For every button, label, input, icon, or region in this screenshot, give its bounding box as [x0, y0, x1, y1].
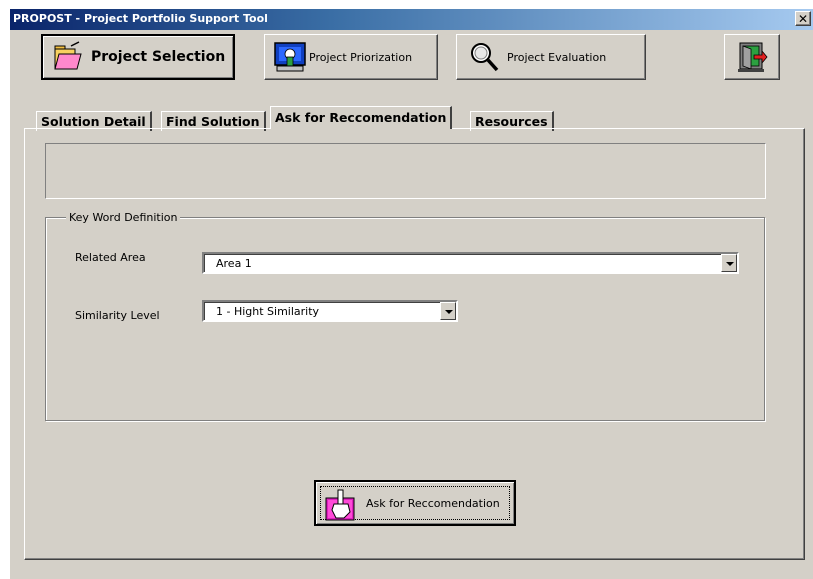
related-area-select[interactable]: Area 1 [202, 252, 739, 274]
hand-pink-icon [324, 488, 358, 522]
ask-for-reccomendation-label: Ask for Reccomendation [366, 497, 500, 510]
project-selection-label: Project Selection [91, 49, 226, 65]
ask-for-reccomendation-button[interactable]: Ask for Reccomendation [314, 480, 516, 526]
close-icon: ✕ [797, 12, 809, 26]
similarity-level-select[interactable]: 1 - Hight Similarity [202, 300, 458, 322]
magnifier-icon [467, 40, 501, 74]
project-selection-button[interactable]: Project Selection [41, 34, 235, 80]
chevron-down-icon[interactable] [721, 254, 737, 272]
chevron-down-icon[interactable] [440, 302, 456, 320]
close-button[interactable]: ✕ [795, 11, 811, 26]
monitor-hand-icon [273, 40, 307, 74]
message-box [45, 143, 766, 199]
folder-open-icon [51, 40, 85, 74]
similarity-level-value: 1 - Hight Similarity [216, 305, 320, 318]
similarity-level-label: Similarity Level [75, 309, 160, 322]
project-priorization-label: Project Priorization [309, 50, 413, 64]
exit-door-icon [736, 41, 768, 73]
title-bar: PROPOST - Project Portfolio Support Tool… [10, 9, 813, 30]
related-area-label: Related Area [75, 251, 146, 264]
related-area-value: Area 1 [216, 257, 252, 270]
project-priorization-button[interactable]: Project Priorization [264, 34, 438, 80]
exit-button[interactable] [724, 34, 780, 80]
tab-ask-for-reccomendation[interactable]: Ask for Reccomendation [270, 106, 453, 129]
window-title: PROPOST - Project Portfolio Support Tool [13, 12, 268, 25]
project-evaluation-label: Project Evaluation [507, 50, 607, 64]
project-evaluation-button[interactable]: Project Evaluation [456, 34, 646, 80]
keyword-groupbox-legend: Key Word Definition [66, 211, 181, 224]
